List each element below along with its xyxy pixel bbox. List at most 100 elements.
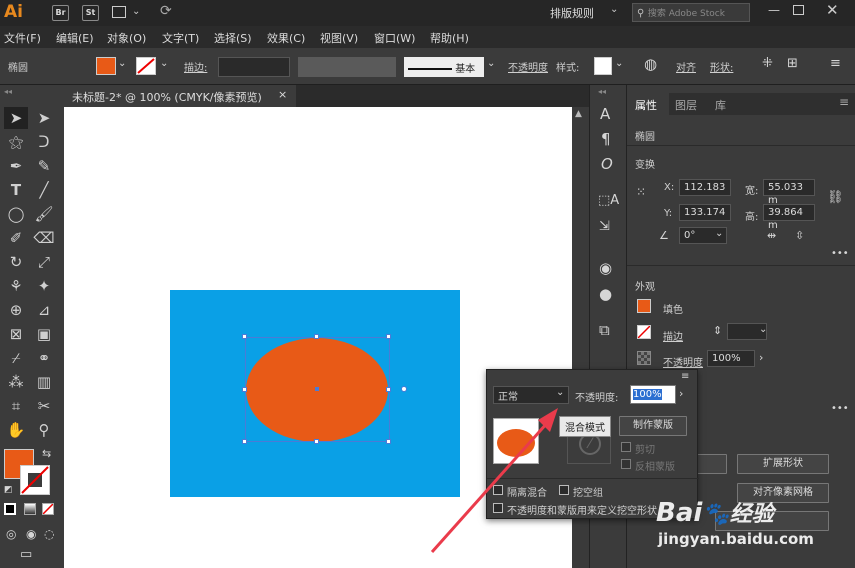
lasso-tool-icon[interactable]: ᑐ (32, 131, 56, 153)
maximize-icon[interactable] (793, 5, 804, 15)
menu-object[interactable]: 对象(O) (107, 30, 146, 46)
height-field[interactable]: 39.864 m (763, 204, 815, 231)
menu-effect[interactable]: 效果(C) (267, 30, 305, 46)
menu-select[interactable]: 选择(S) (214, 30, 252, 46)
width-field[interactable]: 55.033 m (763, 179, 815, 206)
ellipse-tool-icon[interactable]: ◯ (4, 203, 28, 225)
character-panel-icon[interactable]: A (600, 105, 610, 123)
type-tool-icon[interactable]: T (4, 179, 28, 201)
variable-width-profile[interactable] (298, 57, 396, 77)
scale-tool-icon[interactable]: ⤢ (32, 251, 56, 273)
chevron-down-icon[interactable]: ⌄ (715, 228, 723, 239)
reference-point-icon[interactable]: ⁙ (636, 185, 646, 199)
chevron-down-icon[interactable]: ⌄ (118, 58, 126, 69)
more-options-button[interactable]: ••• (831, 403, 849, 414)
hand-tool-icon[interactable]: ✋ (4, 419, 28, 441)
flip-horizontal-icon[interactable]: ⇹ (767, 229, 776, 242)
color-mode-icon[interactable] (4, 503, 16, 515)
chevron-right-icon[interactable]: › (679, 387, 683, 400)
panel-menu-icon[interactable]: ≡ (830, 56, 841, 71)
isolate-icon[interactable]: ⊞ (787, 56, 798, 71)
resize-handle-tl[interactable] (242, 334, 247, 339)
make-mask-button[interactable]: 制作蒙版 (619, 416, 687, 436)
resize-handle-tr[interactable] (386, 334, 391, 339)
recolor-artwork-icon[interactable]: ◍ (644, 55, 657, 73)
chevron-down-icon[interactable]: ⌄ (759, 324, 767, 335)
screen-mode-icon[interactable]: ▭ (20, 547, 32, 562)
opacity-label[interactable]: 不透明度 (663, 354, 703, 369)
resize-handle-bl[interactable] (242, 439, 247, 444)
resize-handle-l[interactable] (242, 387, 247, 392)
stock-search-field[interactable]: ⚲ 搜索 Adobe Stock (632, 3, 750, 22)
stroke-weight-field[interactable] (218, 57, 290, 77)
curvature-tool-icon[interactable]: ✎ (32, 155, 56, 177)
resize-handle-t[interactable] (314, 334, 319, 339)
chevron-down-icon[interactable]: ⌄ (132, 6, 140, 17)
menu-type[interactable]: 文字(T) (162, 30, 199, 46)
draw-behind-icon[interactable]: ◉ (26, 527, 36, 541)
swap-colors-icon[interactable]: ⇆ (42, 447, 51, 460)
expand-panels-icon[interactable]: ◂◂ (598, 87, 606, 96)
chevron-right-icon[interactable]: › (759, 351, 763, 364)
none-mode-icon[interactable] (42, 503, 54, 515)
chevron-down-icon[interactable]: ⌄ (487, 58, 495, 69)
opacity-field[interactable]: 100% (707, 350, 755, 367)
resize-handle-b[interactable] (314, 439, 319, 444)
slice-tool-icon[interactable]: ✂ (32, 395, 56, 417)
gradient-mode-icon[interactable] (24, 503, 36, 515)
pathfinder-panel-icon[interactable]: ⧉ (599, 321, 610, 339)
graphic-style-swatch[interactable] (594, 57, 612, 75)
tab-properties[interactable]: 属性 (627, 93, 669, 115)
bridge-button[interactable]: Br (52, 5, 69, 21)
brush-definition[interactable]: 基本 (404, 57, 484, 77)
minimize-icon[interactable]: — (768, 3, 780, 17)
stroke-weight-stepper[interactable]: ⇕ (713, 324, 722, 337)
magic-wand-tool-icon[interactable]: ⚝ (4, 131, 28, 153)
symbol-sprayer-tool-icon[interactable]: ⁂ (4, 371, 28, 393)
opacity-label[interactable]: 不透明度 (508, 59, 548, 74)
blend-tool-icon[interactable]: ⚭ (32, 347, 56, 369)
pen-tool-icon[interactable]: ✒ (4, 155, 28, 177)
fill-swatch[interactable] (96, 57, 116, 75)
transparency-panel-icon[interactable]: ● (599, 285, 612, 303)
menu-edit[interactable]: 编辑(E) (56, 30, 94, 46)
gradient-tool-icon[interactable]: ▣ (32, 323, 56, 345)
direct-selection-tool-icon[interactable]: ➤ (32, 107, 56, 129)
paintbrush-tool-icon[interactable]: 🖌 (32, 203, 56, 225)
stroke-label[interactable]: 描边 (663, 328, 683, 343)
chevron-down-icon[interactable]: ⌄ (615, 58, 623, 69)
gpu-performance-icon[interactable]: ⟳ (160, 3, 172, 19)
tab-layers[interactable]: 图层 (675, 97, 697, 113)
menu-help[interactable]: 帮助(H) (430, 30, 469, 46)
shaper-tool-icon[interactable]: ✐ (4, 227, 28, 249)
flip-vertical-icon[interactable]: ⇳ (795, 229, 804, 242)
line-tool-icon[interactable]: ╱ (32, 179, 56, 201)
align-label[interactable]: 对齐 (676, 59, 696, 74)
warp-tool-icon[interactable]: ⚘ (4, 275, 28, 297)
resize-handle-r[interactable] (386, 387, 391, 392)
eraser-tool-icon[interactable]: ⌫ (32, 227, 56, 249)
invert-mask-checkbox[interactable] (621, 459, 631, 469)
draw-inside-icon[interactable]: ◌ (44, 527, 54, 541)
popup-opacity-field[interactable]: 100% (630, 385, 676, 404)
shape-builder-tool-icon[interactable]: ⊕ (4, 299, 28, 321)
y-position-field[interactable]: 133.174 (679, 204, 731, 221)
close-tab-icon[interactable]: × (278, 88, 287, 101)
x-position-field[interactable]: 112.183 (679, 179, 731, 196)
collapse-icon[interactable]: ◂◂ (4, 87, 12, 96)
puppet-warp-tool-icon[interactable]: ✦ (32, 275, 56, 297)
appearance-fill-swatch[interactable] (637, 299, 651, 313)
ellipse-pie-widget[interactable] (401, 386, 407, 392)
constrain-proportions-icon[interactable]: ⛓ (827, 190, 844, 205)
stroke-swatch[interactable] (136, 57, 156, 75)
glyphs-panel-icon[interactable]: ⇲ (599, 219, 610, 234)
mesh-tool-icon[interactable]: ⊠ (4, 323, 28, 345)
more-options-button[interactable]: ••• (831, 248, 849, 259)
expand-shape-button[interactable]: 扩展形状 (737, 454, 829, 474)
selection-tool-icon[interactable]: ➤ (4, 107, 28, 129)
menu-file[interactable]: 文件(F) (4, 30, 41, 46)
shape-label[interactable]: 形状: (710, 59, 733, 74)
menu-view[interactable]: 视图(V) (320, 30, 358, 46)
scroll-up-icon[interactable]: ▲ (575, 109, 582, 119)
perspective-grid-tool-icon[interactable]: ⊿ (32, 299, 56, 321)
